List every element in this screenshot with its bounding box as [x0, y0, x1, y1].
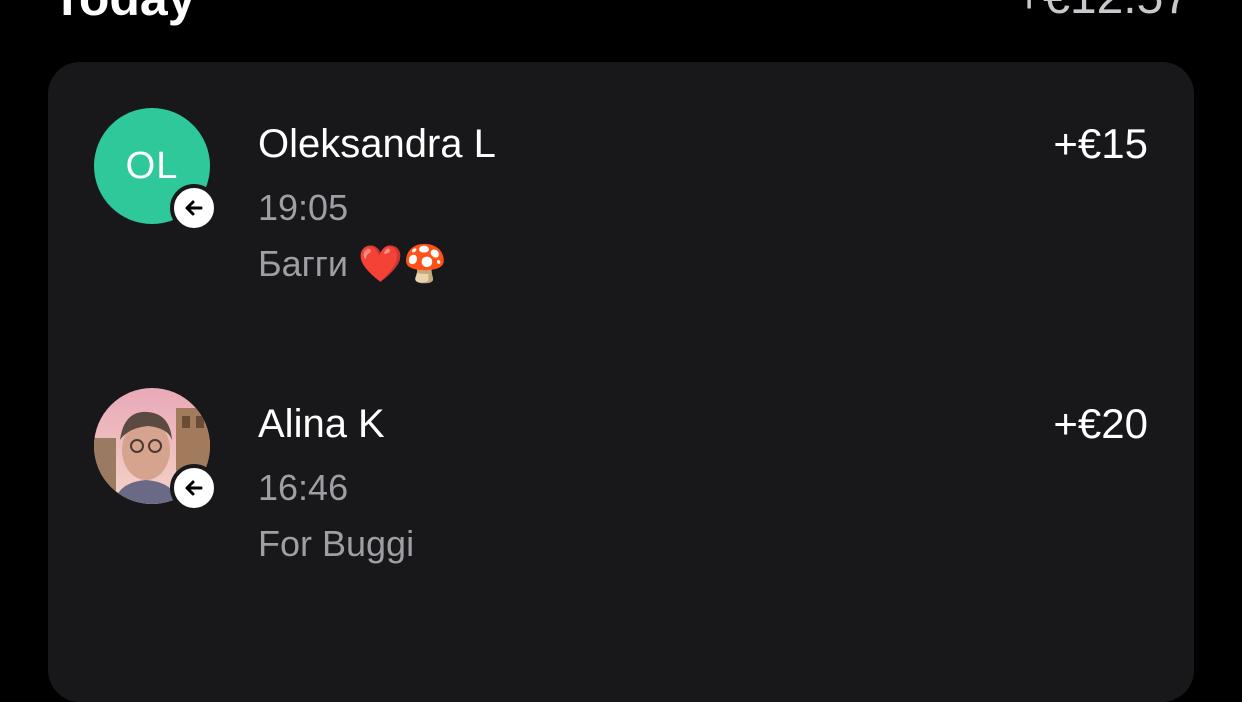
transaction-row[interactable]: Alina K 16:46 For Buggi +€20	[48, 342, 1194, 582]
transaction-name: Oleksandra L	[258, 122, 496, 166]
transaction-row[interactable]: OL Oleksandra L 19:05 Багги ❤️🍄 +€15	[48, 62, 1194, 302]
avatar-container	[94, 388, 218, 512]
avatar-initials: OL	[125, 144, 179, 187]
avatar-container: OL	[94, 108, 218, 232]
transaction-note: For Buggi	[258, 523, 415, 564]
section-header: Today +€12.57	[0, 0, 1242, 40]
transactions-card: OL Oleksandra L 19:05 Багги ❤️🍄 +€15 Ali…	[48, 62, 1194, 702]
section-total: +€12.57	[1015, 0, 1190, 28]
transaction-amount: +€20	[1053, 400, 1148, 447]
transaction-amount: +€15	[1053, 120, 1148, 167]
transaction-time: 19:05	[258, 187, 349, 228]
transaction-time: 16:46	[258, 467, 349, 508]
incoming-arrow-icon	[170, 464, 218, 512]
transaction-name: Alina K	[258, 402, 385, 446]
incoming-arrow-icon	[170, 184, 218, 232]
section-title: Today	[52, 0, 196, 28]
transaction-note: Багги ❤️🍄	[258, 243, 448, 284]
